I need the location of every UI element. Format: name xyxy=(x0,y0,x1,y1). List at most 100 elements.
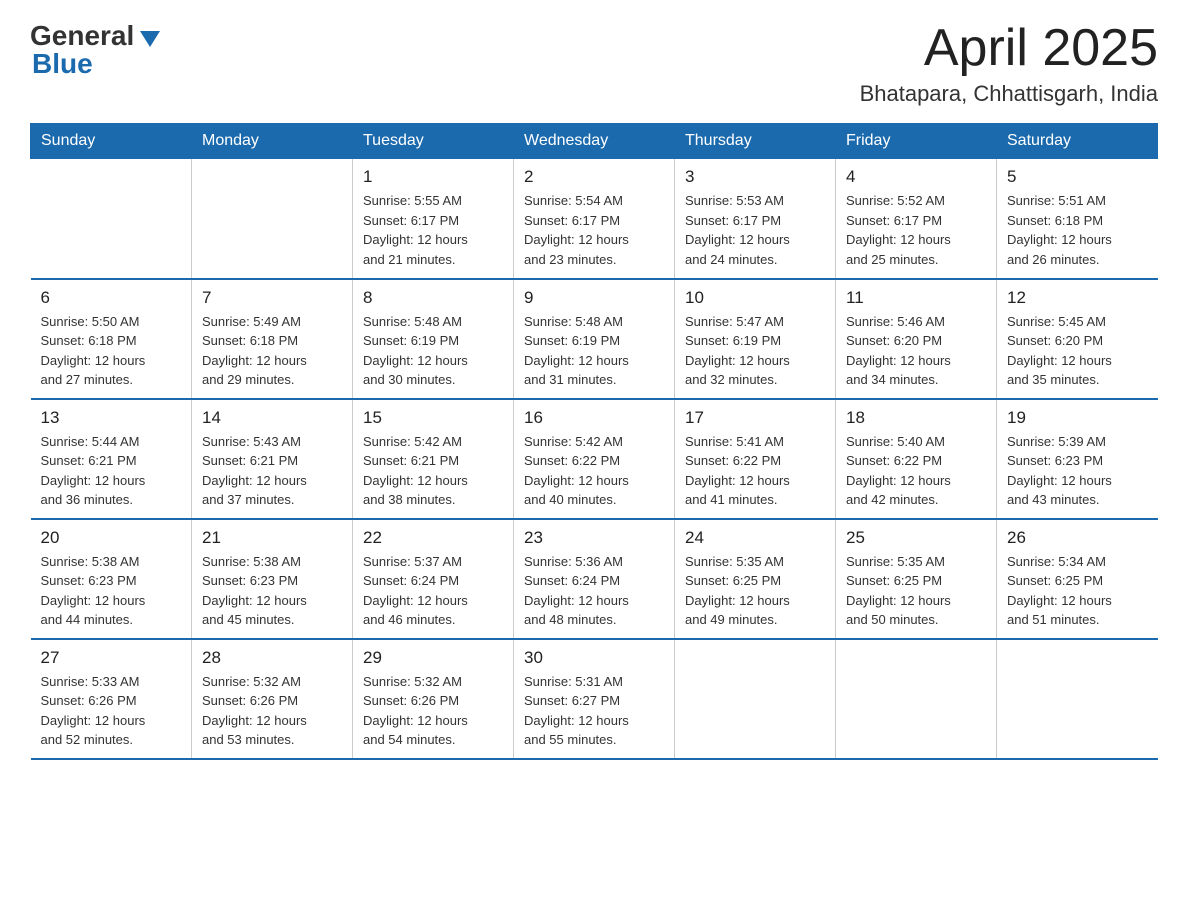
calendar-cell: 14Sunrise: 5:43 AM Sunset: 6:21 PM Dayli… xyxy=(192,399,353,519)
calendar-cell: 28Sunrise: 5:32 AM Sunset: 6:26 PM Dayli… xyxy=(192,639,353,759)
day-info: Sunrise: 5:42 AM Sunset: 6:21 PM Dayligh… xyxy=(363,432,503,510)
header-sunday: Sunday xyxy=(31,124,192,159)
calendar-cell xyxy=(836,639,997,759)
day-number: 3 xyxy=(685,167,825,187)
calendar-location: Bhatapara, Chhattisgarh, India xyxy=(860,81,1158,107)
calendar-cell: 2 Sunrise: 5:54 AM Sunset: 6:17 PM Daylig… xyxy=(514,159,675,279)
day-number: 12 xyxy=(1007,288,1148,308)
calendar-cell: 19Sunrise: 5:39 AM Sunset: 6:23 PM Dayli… xyxy=(997,399,1158,519)
calendar-cell: 29 Sunrise: 5:32 AM Sunset: 6:26 PM Dayli… xyxy=(353,639,514,759)
day-info: Sunrise: 5:49 AM Sunset: 6:18 PM Dayligh… xyxy=(202,312,342,390)
day-number: 13 xyxy=(41,408,182,428)
calendar-cell xyxy=(997,639,1158,759)
calendar-week-4: 20 Sunrise: 5:38 AM Sunset: 6:23 PM Dayli… xyxy=(31,519,1158,639)
calendar-cell: 21 Sunrise: 5:38 AM Sunset: 6:23 PM Dayli… xyxy=(192,519,353,639)
day-number: 24 xyxy=(685,528,825,548)
calendar-cell: 11 Sunrise: 5:46 AM Sunset: 6:20 PM Dayli… xyxy=(836,279,997,399)
calendar-cell: 23Sunrise: 5:36 AM Sunset: 6:24 PM Dayli… xyxy=(514,519,675,639)
day-info: Sunrise: 5:33 AM Sunset: 6:26 PM Dayligh… xyxy=(41,672,182,750)
calendar-cell: 3Sunrise: 5:53 AM Sunset: 6:17 PM Daylig… xyxy=(675,159,836,279)
day-number: 7 xyxy=(202,288,342,308)
day-number: 27 xyxy=(41,648,182,668)
day-info: Sunrise: 5:38 AM Sunset: 6:23 PM Dayligh… xyxy=(41,552,182,630)
day-number: 30 xyxy=(524,648,664,668)
calendar-cell: 4Sunrise: 5:52 AM Sunset: 6:17 PM Daylig… xyxy=(836,159,997,279)
day-number: 22 xyxy=(363,528,503,548)
day-number: 25 xyxy=(846,528,986,548)
day-number: 10 xyxy=(685,288,825,308)
day-info: Sunrise: 5:34 AM Sunset: 6:25 PM Dayligh… xyxy=(1007,552,1148,630)
logo-arrow-icon xyxy=(140,31,160,47)
calendar-cell: 22 Sunrise: 5:37 AM Sunset: 6:24 PM Dayli… xyxy=(353,519,514,639)
calendar-cell: 15 Sunrise: 5:42 AM Sunset: 6:21 PM Dayli… xyxy=(353,399,514,519)
day-number: 2 xyxy=(524,167,664,187)
day-number: 17 xyxy=(685,408,825,428)
calendar-cell: 30 Sunrise: 5:31 AM Sunset: 6:27 PM Dayli… xyxy=(514,639,675,759)
header-thursday: Thursday xyxy=(675,124,836,159)
calendar-cell: 26 Sunrise: 5:34 AM Sunset: 6:25 PM Dayli… xyxy=(997,519,1158,639)
calendar-cell: 7 Sunrise: 5:49 AM Sunset: 6:18 PM Daylig… xyxy=(192,279,353,399)
day-info: Sunrise: 5:44 AM Sunset: 6:21 PM Dayligh… xyxy=(41,432,182,510)
calendar-week-5: 27 Sunrise: 5:33 AM Sunset: 6:26 PM Dayli… xyxy=(31,639,1158,759)
day-info: Sunrise: 5:45 AM Sunset: 6:20 PM Dayligh… xyxy=(1007,312,1148,390)
calendar-cell: 13 Sunrise: 5:44 AM Sunset: 6:21 PM Dayli… xyxy=(31,399,192,519)
day-info: Sunrise: 5:36 AM Sunset: 6:24 PM Dayligh… xyxy=(524,552,664,630)
header-friday: Friday xyxy=(836,124,997,159)
calendar-title: April 2025 xyxy=(860,20,1158,77)
day-number: 26 xyxy=(1007,528,1148,548)
day-info: Sunrise: 5:41 AM Sunset: 6:22 PM Dayligh… xyxy=(685,432,825,510)
day-info: Sunrise: 5:55 AM Sunset: 6:17 PM Dayligh… xyxy=(363,191,503,269)
day-info: Sunrise: 5:35 AM Sunset: 6:25 PM Dayligh… xyxy=(846,552,986,630)
day-number: 21 xyxy=(202,528,342,548)
calendar-week-2: 6Sunrise: 5:50 AM Sunset: 6:18 PM Daylig… xyxy=(31,279,1158,399)
calendar-cell: 12 Sunrise: 5:45 AM Sunset: 6:20 PM Dayli… xyxy=(997,279,1158,399)
calendar-week-3: 13 Sunrise: 5:44 AM Sunset: 6:21 PM Dayli… xyxy=(31,399,1158,519)
day-number: 16 xyxy=(524,408,664,428)
calendar-cell: 6Sunrise: 5:50 AM Sunset: 6:18 PM Daylig… xyxy=(31,279,192,399)
logo: General Blue xyxy=(30,20,160,80)
day-info: Sunrise: 5:54 AM Sunset: 6:17 PM Dayligh… xyxy=(524,191,664,269)
day-info: Sunrise: 5:31 AM Sunset: 6:27 PM Dayligh… xyxy=(524,672,664,750)
day-number: 9 xyxy=(524,288,664,308)
day-info: Sunrise: 5:46 AM Sunset: 6:20 PM Dayligh… xyxy=(846,312,986,390)
day-number: 18 xyxy=(846,408,986,428)
day-number: 29 xyxy=(363,648,503,668)
day-number: 8 xyxy=(363,288,503,308)
day-number: 5 xyxy=(1007,167,1148,187)
day-number: 19 xyxy=(1007,408,1148,428)
calendar-cell: 25 Sunrise: 5:35 AM Sunset: 6:25 PM Dayli… xyxy=(836,519,997,639)
calendar-cell: 1Sunrise: 5:55 AM Sunset: 6:17 PM Daylig… xyxy=(353,159,514,279)
calendar-cell: 20 Sunrise: 5:38 AM Sunset: 6:23 PM Dayli… xyxy=(31,519,192,639)
calendar-cell: 5Sunrise: 5:51 AM Sunset: 6:18 PM Daylig… xyxy=(997,159,1158,279)
header-saturday: Saturday xyxy=(997,124,1158,159)
day-number: 6 xyxy=(41,288,182,308)
day-number: 20 xyxy=(41,528,182,548)
day-info: Sunrise: 5:48 AM Sunset: 6:19 PM Dayligh… xyxy=(363,312,503,390)
header-wednesday: Wednesday xyxy=(514,124,675,159)
header-monday: Monday xyxy=(192,124,353,159)
day-info: Sunrise: 5:43 AM Sunset: 6:21 PM Dayligh… xyxy=(202,432,342,510)
calendar-cell: 8 Sunrise: 5:48 AM Sunset: 6:19 PM Daylig… xyxy=(353,279,514,399)
calendar-cell xyxy=(675,639,836,759)
day-info: Sunrise: 5:35 AM Sunset: 6:25 PM Dayligh… xyxy=(685,552,825,630)
title-block: April 2025 Bhatapara, Chhattisgarh, Indi… xyxy=(860,20,1158,107)
day-info: Sunrise: 5:40 AM Sunset: 6:22 PM Dayligh… xyxy=(846,432,986,510)
calendar-cell xyxy=(31,159,192,279)
calendar-cell: 10 Sunrise: 5:47 AM Sunset: 6:19 PM Dayli… xyxy=(675,279,836,399)
calendar-header-row: SundayMondayTuesdayWednesdayThursdayFrid… xyxy=(31,124,1158,159)
day-info: Sunrise: 5:48 AM Sunset: 6:19 PM Dayligh… xyxy=(524,312,664,390)
day-info: Sunrise: 5:47 AM Sunset: 6:19 PM Dayligh… xyxy=(685,312,825,390)
calendar-week-1: 1Sunrise: 5:55 AM Sunset: 6:17 PM Daylig… xyxy=(31,159,1158,279)
day-number: 11 xyxy=(846,288,986,308)
calendar-cell: 17 Sunrise: 5:41 AM Sunset: 6:22 PM Dayli… xyxy=(675,399,836,519)
day-info: Sunrise: 5:32 AM Sunset: 6:26 PM Dayligh… xyxy=(363,672,503,750)
calendar-cell: 24 Sunrise: 5:35 AM Sunset: 6:25 PM Dayli… xyxy=(675,519,836,639)
day-info: Sunrise: 5:37 AM Sunset: 6:24 PM Dayligh… xyxy=(363,552,503,630)
day-number: 15 xyxy=(363,408,503,428)
calendar-cell xyxy=(192,159,353,279)
day-info: Sunrise: 5:32 AM Sunset: 6:26 PM Dayligh… xyxy=(202,672,342,750)
day-info: Sunrise: 5:38 AM Sunset: 6:23 PM Dayligh… xyxy=(202,552,342,630)
logo-blue: Blue xyxy=(32,48,93,80)
day-info: Sunrise: 5:42 AM Sunset: 6:22 PM Dayligh… xyxy=(524,432,664,510)
header-tuesday: Tuesday xyxy=(353,124,514,159)
